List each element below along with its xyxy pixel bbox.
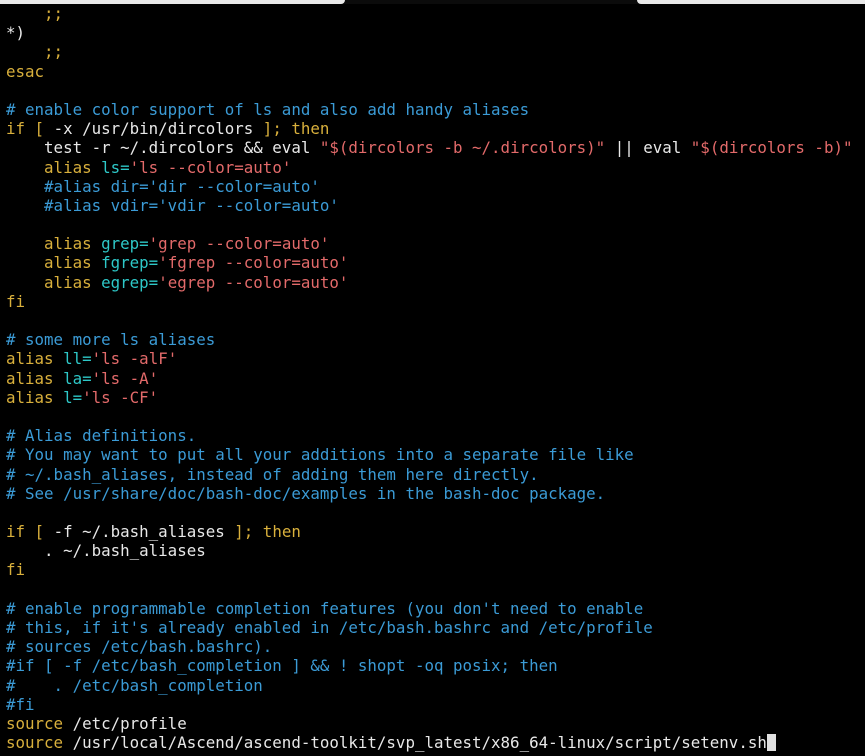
code-token-comment: # ~/.bash_aliases, instead of adding the… [6,464,539,484]
code-line: # ~/.bash_aliases, instead of adding the… [6,465,865,484]
code-token-comment: # Alias definitions. [6,426,197,446]
code-token-string: "$(dircolors -b ~/.dircolors)" [319,138,606,158]
code-token-string: "$(dircolors -b)" [690,138,853,158]
code-token-variable: fgrep= [101,253,159,273]
code-line: # enable color support of ls and also ad… [6,100,865,119]
code-token-keyword: ;; [6,42,64,62]
code-line: # sources /etc/bash.bashrc). [6,637,865,656]
code-token-keyword: fi [6,291,26,311]
code-token-keyword: alias [6,253,102,273]
code-line: # enable programmable completion feature… [6,599,865,618]
code-token-variable: ls= [101,157,130,177]
code-line: if [ -f ~/.bash_aliases ]; then [6,522,865,541]
code-line: # this, if it's already enabled in /etc/… [6,618,865,637]
code-token-default: || eval [605,138,691,158]
code-line: alias la='ls -A' [6,369,865,388]
code-token-variable: egrep= [101,272,159,292]
code-token-comment: # enable color support of ls and also ad… [6,99,530,119]
code-token-string: 'ls -A' [91,368,159,388]
code-token-string: 'fgrep --color=auto' [158,253,349,273]
code-token-comment: # See /usr/share/doc/bash-doc/examples i… [6,483,606,503]
code-token-string: 'ls -CF' [82,387,159,407]
code-line: #fi [6,695,865,714]
code-token-default: /usr/local/Ascend/ascend-toolkit/svp_lat… [72,733,767,753]
code-line: alias fgrep='fgrep --color=auto' [6,253,865,272]
code-token-keyword: if [ [6,119,54,139]
code-line: source /etc/profile [6,714,865,733]
code-line: . ~/.bash_aliases [6,541,865,560]
code-token-comment: # this, if it's already enabled in /etc/… [6,618,653,637]
code-token-default: /etc/profile [72,713,187,733]
code-line: # some more ls aliases [6,330,865,349]
code-line: esac [6,62,865,81]
code-token-comment: #fi [6,694,35,714]
code-token-comment: #alias vdir='vdir --color=auto' [6,195,339,215]
code-line: # You may want to put all your additions… [6,445,865,464]
code-token-keyword: if [ [6,522,54,542]
code-line: alias egrep='egrep --color=auto' [6,273,865,292]
code-line: # Alias definitions. [6,426,865,445]
code-token-keyword: alias [6,272,102,292]
code-line: #alias dir='dir --color=auto' [6,177,865,196]
code-token-variable: l= [63,387,83,407]
code-token-comment: # enable programmable completion feature… [6,598,644,618]
code-line: #alias vdir='vdir --color=auto' [6,196,865,215]
code-line: alias grep='grep --color=auto' [6,234,865,253]
code-line: ;; [6,42,865,61]
code-token-keyword: ;; [6,4,64,23]
code-line: ;; [6,4,865,23]
code-token-comment: # sources /etc/bash.bashrc). [6,637,273,657]
code-token-string: 'egrep --color=auto' [158,272,349,292]
code-token-string: 'ls -alF' [91,349,178,369]
code-token-keyword: alias [6,157,102,177]
code-line: fi [6,292,865,311]
code-line: # See /usr/share/doc/bash-doc/examples i… [6,484,865,503]
code-token-keyword: alias [6,387,64,407]
code-token-comment: # some more ls aliases [6,330,216,350]
code-token-keyword: source [6,713,73,733]
code-line: alias ll='ls -alF' [6,349,865,368]
code-line: *) [6,23,865,42]
code-line: alias l='ls -CF' [6,388,865,407]
code-token-keyword: esac [6,61,45,81]
code-token-keyword: ]; then [224,522,301,542]
code-line: # . /etc/bash_completion [6,676,865,695]
code-line: #if [ -f /etc/bash_completion ] && ! sho… [6,656,865,675]
code-line: if [ -x /usr/bin/dircolors ]; then [6,119,865,138]
code-token-keyword: alias [6,349,64,369]
code-line: fi [6,560,865,579]
code-token-keyword: alias [6,368,64,388]
code-token-default: *) [6,23,26,43]
code-token-variable: la= [63,368,92,388]
code-token-default: -x /usr/bin/dircolors [53,119,254,139]
code-token-default: -f ~/.bash_aliases [53,522,225,542]
code-token-keyword: ]; then [253,119,330,139]
code-token-keyword: fi [6,560,26,580]
text-cursor [766,734,776,752]
code-token-default: . ~/.bash_aliases [6,541,206,561]
code-token-keyword: alias [6,234,102,254]
code-token-variable: ll= [63,349,92,369]
terminal-editor-view[interactable]: ;; *) ;; esac # enable color support of ls … [6,4,865,752]
code-token-comment: # . /etc/bash_completion [6,675,263,695]
code-token-variable: grep= [101,234,149,254]
code-token-comment: # You may want to put all your additions… [6,445,634,465]
code-line: test -r ~/.dircolors && eval "$(dircolor… [6,138,865,157]
code-token-comment: #alias dir='dir --color=auto' [6,176,320,196]
code-token-keyword: source [6,733,73,753]
code-token-string: 'grep --color=auto' [148,234,330,254]
code-token-default: test -r ~/.dircolors && eval [6,138,320,158]
code-line: alias ls='ls --color=auto' [6,158,865,177]
code-token-string: 'ls --color=auto' [129,157,292,177]
code-token-comment: #if [ -f /etc/bash_completion ] && ! sho… [6,656,558,676]
code-line: source /usr/local/Ascend/ascend-toolkit/… [6,733,865,752]
